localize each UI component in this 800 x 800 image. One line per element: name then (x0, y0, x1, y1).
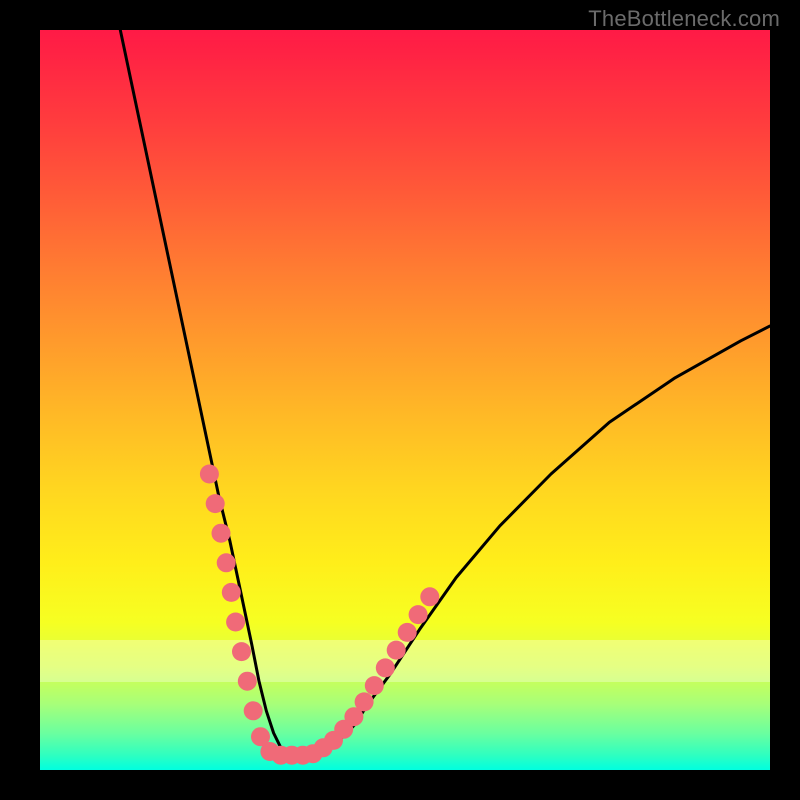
marker-dot (206, 494, 225, 513)
curve-line (120, 30, 770, 755)
plot-area (40, 30, 770, 770)
marker-dot (217, 553, 236, 572)
marker-dot (244, 701, 263, 720)
chart-svg (40, 30, 770, 770)
marker-dot (376, 658, 395, 677)
marker-dot (238, 672, 257, 691)
marker-dot (226, 613, 245, 632)
marker-dot (222, 583, 241, 602)
marker-dot (355, 692, 374, 711)
marker-dot (365, 676, 384, 695)
marker-dot (409, 605, 428, 624)
curve-markers (200, 465, 439, 765)
marker-dot (420, 587, 439, 606)
marker-dot (212, 524, 231, 543)
marker-dot (200, 465, 219, 484)
chart-frame: TheBottleneck.com (0, 0, 800, 800)
marker-dot (232, 642, 251, 661)
watermark-text: TheBottleneck.com (588, 6, 780, 32)
marker-dot (387, 641, 406, 660)
marker-dot (398, 623, 417, 642)
